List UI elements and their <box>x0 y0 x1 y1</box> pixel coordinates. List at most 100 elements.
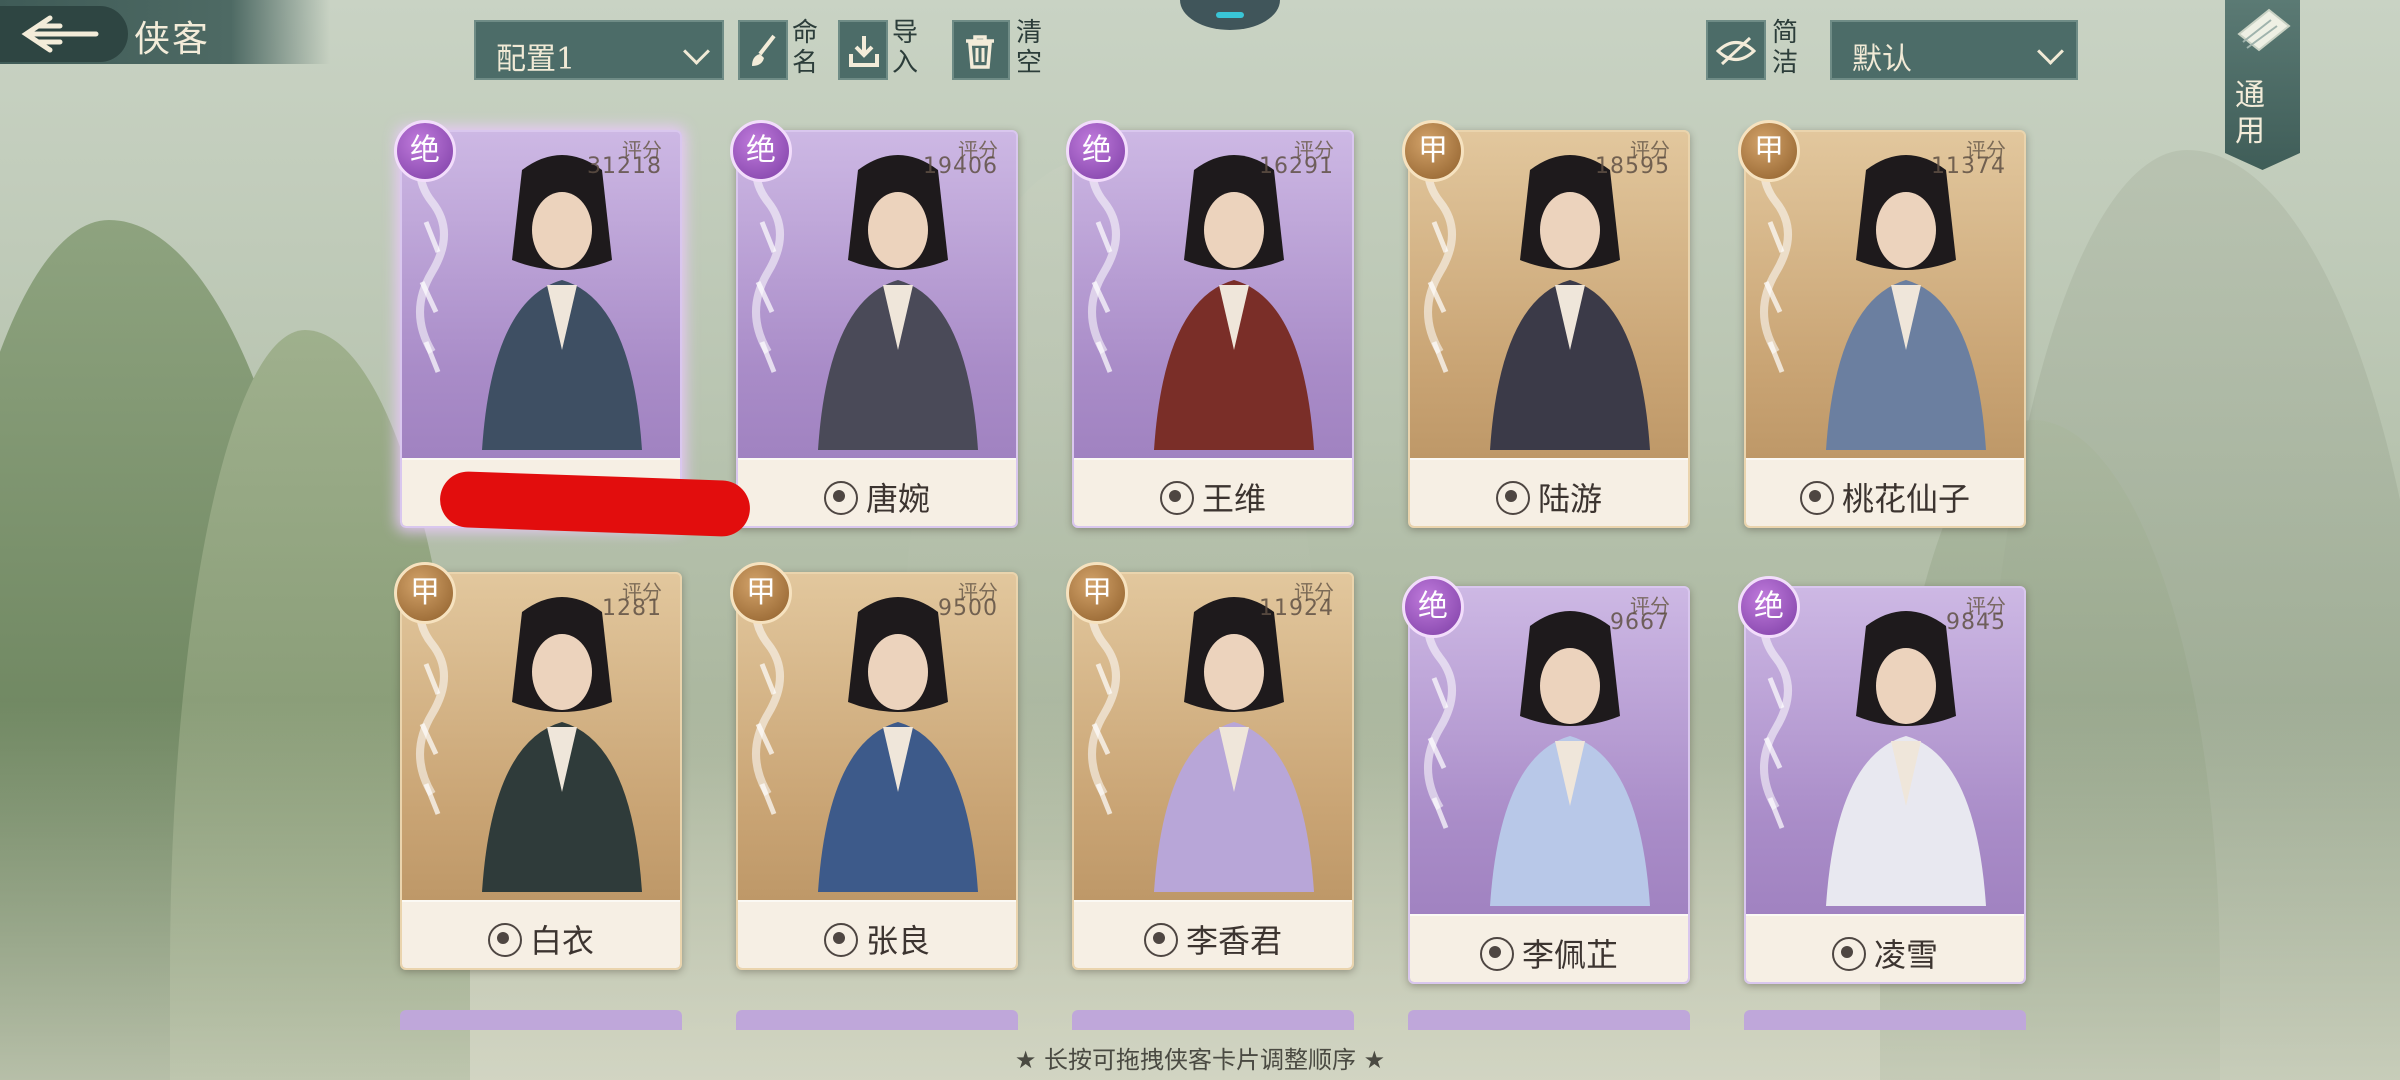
preset-value: 配置1 <box>496 42 576 77</box>
school-emblem-icon <box>1479 937 1514 971</box>
name-bar: 王维 <box>1074 458 1352 526</box>
scroll-book-icon <box>2237 8 2291 52</box>
redaction-mark <box>439 470 751 538</box>
hero-name: 王维 <box>1074 474 1352 520</box>
hero-name: 唐婉 <box>738 474 1016 520</box>
card-frame: 白衣 评分 1281 <box>400 572 682 970</box>
hero-card[interactable]: 李佩芷 评分 9667 绝 <box>1402 576 1690 984</box>
hero-card[interactable]: 张良 评分 9500 甲 <box>730 562 1018 970</box>
score-value: 9500 <box>938 596 998 621</box>
name-bar: 张良 <box>738 900 1016 968</box>
score-value: 16291 <box>1259 154 1334 179</box>
import-label: 导入 <box>892 18 919 78</box>
hero-card[interactable]: 陆游 评分 18595 甲 <box>1402 120 1690 528</box>
name-bar: 白衣 <box>402 900 680 968</box>
next-row-card[interactable] <box>736 1010 1018 1030</box>
next-row-card[interactable] <box>1744 1010 2026 1030</box>
chevron-down-icon <box>2037 38 2064 65</box>
hero-name: 凌雪 <box>1746 930 2024 976</box>
hero-portrait <box>1154 155 1314 450</box>
hero-card[interactable]: 王维 评分 16291 绝 <box>1066 120 1354 528</box>
trash-icon <box>966 35 994 69</box>
card-frame: 凌雪 评分 9845 <box>1744 586 2026 984</box>
score-value: 11374 <box>1931 154 2006 179</box>
hero-portrait <box>1490 611 1650 906</box>
rank-badge: 绝 <box>1738 576 1800 638</box>
school-emblem-icon <box>1495 481 1530 515</box>
hero-name: 李香君 <box>1074 916 1352 962</box>
hero-name-text: 王维 <box>1201 480 1266 518</box>
page-title: 侠客 <box>134 19 211 60</box>
hero-portrait <box>1826 155 1986 450</box>
school-emblem-icon <box>823 923 858 957</box>
general-label: 通用 <box>2235 78 2265 149</box>
card-frame: 评分 31218 <box>400 130 682 528</box>
next-row-card[interactable] <box>400 1010 682 1030</box>
hero-name-text: 李香君 <box>1185 922 1282 960</box>
next-row-card[interactable] <box>1408 1010 1690 1030</box>
school-emblem-icon <box>487 923 522 957</box>
eye-icon-box <box>1706 20 1766 80</box>
hero-name-text: 唐婉 <box>865 480 930 518</box>
next-row-card[interactable] <box>1072 1010 1354 1030</box>
rank-badge: 绝 <box>730 120 792 182</box>
score-value: 18595 <box>1595 154 1670 179</box>
general-button[interactable]: 通用 <box>2225 0 2300 170</box>
import-icon-box <box>838 20 888 80</box>
hero-name: 张良 <box>738 916 1016 962</box>
school-emblem-icon <box>1159 481 1194 515</box>
hero-name-text: 凌雪 <box>1873 936 1938 974</box>
hero-name-text: 李佩芷 <box>1521 936 1618 974</box>
handle-indicator <box>1216 12 1244 18</box>
simple-view-toggle[interactable]: 简洁 <box>1706 18 1806 80</box>
name-bar: 凌雪 <box>1746 914 2024 982</box>
rank-badge: 甲 <box>394 562 456 624</box>
back-arrow-icon <box>21 15 99 53</box>
preset-dropdown[interactable]: 配置1 <box>474 20 724 80</box>
hero-name: 陆游 <box>1410 474 1688 520</box>
rank-badge: 甲 <box>730 562 792 624</box>
sort-dropdown[interactable]: 默认 <box>1830 20 2078 80</box>
card-frame: 李香君 评分 11924 <box>1072 572 1354 970</box>
name-bar: 李香君 <box>1074 900 1352 968</box>
back-button[interactable] <box>0 6 128 62</box>
score-value: 9667 <box>1610 610 1670 635</box>
card-frame: 李佩芷 评分 9667 <box>1408 586 1690 984</box>
download-icon <box>849 36 879 67</box>
hero-card[interactable]: 评分 31218 绝 <box>394 120 682 528</box>
hero-portrait <box>482 597 642 892</box>
hero-card[interactable]: 凌雪 评分 9845 绝 <box>1738 576 2026 984</box>
hero-card[interactable]: 桃花仙子 评分 11374 甲 <box>1738 120 2026 528</box>
rank-badge: 绝 <box>1402 576 1464 638</box>
score-value: 9845 <box>1946 610 2006 635</box>
hero-card[interactable]: 李香君 评分 11924 甲 <box>1066 562 1354 970</box>
card-frame: 陆游 评分 18595 <box>1408 130 1690 528</box>
score-value: 1281 <box>602 596 662 621</box>
rename-button[interactable]: 命名 <box>738 18 830 80</box>
card-frame: 张良 评分 9500 <box>736 572 1018 970</box>
school-emblem-icon <box>823 481 858 515</box>
hero-card[interactable]: 唐婉 评分 19406 绝 <box>730 120 1018 528</box>
score-value: 19406 <box>923 154 998 179</box>
hero-name: 李佩芷 <box>1410 930 1688 976</box>
rank-badge: 甲 <box>1402 120 1464 182</box>
chevron-down-icon <box>683 38 710 65</box>
drag-hint: ★ 长按可拖拽侠客卡片调整顺序 ★ <box>1014 1046 1386 1074</box>
name-bar: 唐婉 <box>738 458 1016 526</box>
brush-icon-box <box>738 20 788 80</box>
hero-name-text: 白衣 <box>529 922 594 960</box>
import-button[interactable]: 导入 <box>838 18 930 80</box>
clear-button[interactable]: 清空 <box>952 18 1052 80</box>
rank-badge: 甲 <box>1066 562 1128 624</box>
hero-name: 白衣 <box>402 916 680 962</box>
rank-badge: 绝 <box>394 120 456 182</box>
hero-name-text: 桃花仙子 <box>1841 480 1970 518</box>
eye-slash-icon <box>1716 36 1756 66</box>
hero-name-text: 陆游 <box>1537 480 1602 518</box>
hero-card[interactable]: 白衣 评分 1281 甲 <box>394 562 682 970</box>
score-value: 11924 <box>1259 596 1334 621</box>
sort-value: 默认 <box>1852 42 1912 77</box>
card-frame: 王维 评分 16291 <box>1072 130 1354 528</box>
simple-label: 简洁 <box>1772 18 1799 78</box>
hero-portrait <box>818 155 978 450</box>
